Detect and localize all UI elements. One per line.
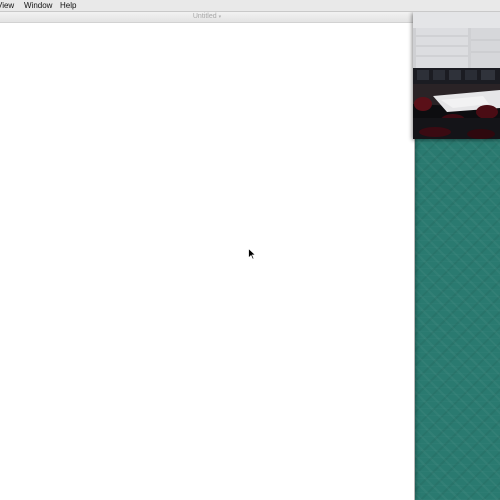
arrow-pointer-icon [248, 247, 257, 260]
menu-bar: View Window Help [0, 0, 500, 12]
document-canvas[interactable] [0, 23, 414, 500]
window-titlebar[interactable]: Untitled ▾ [0, 12, 414, 23]
menu-help[interactable]: Help [60, 0, 76, 11]
document-window: Untitled ▾ [0, 12, 415, 500]
chevron-down-icon[interactable]: ▾ [219, 14, 222, 20]
window-title-text: Untitled [192, 13, 217, 20]
menu-window[interactable]: Window [24, 0, 52, 11]
webcam-overlay[interactable] [413, 12, 500, 139]
window-title[interactable]: Untitled ▾ [0, 12, 414, 22]
menu-view[interactable]: View [0, 0, 14, 11]
